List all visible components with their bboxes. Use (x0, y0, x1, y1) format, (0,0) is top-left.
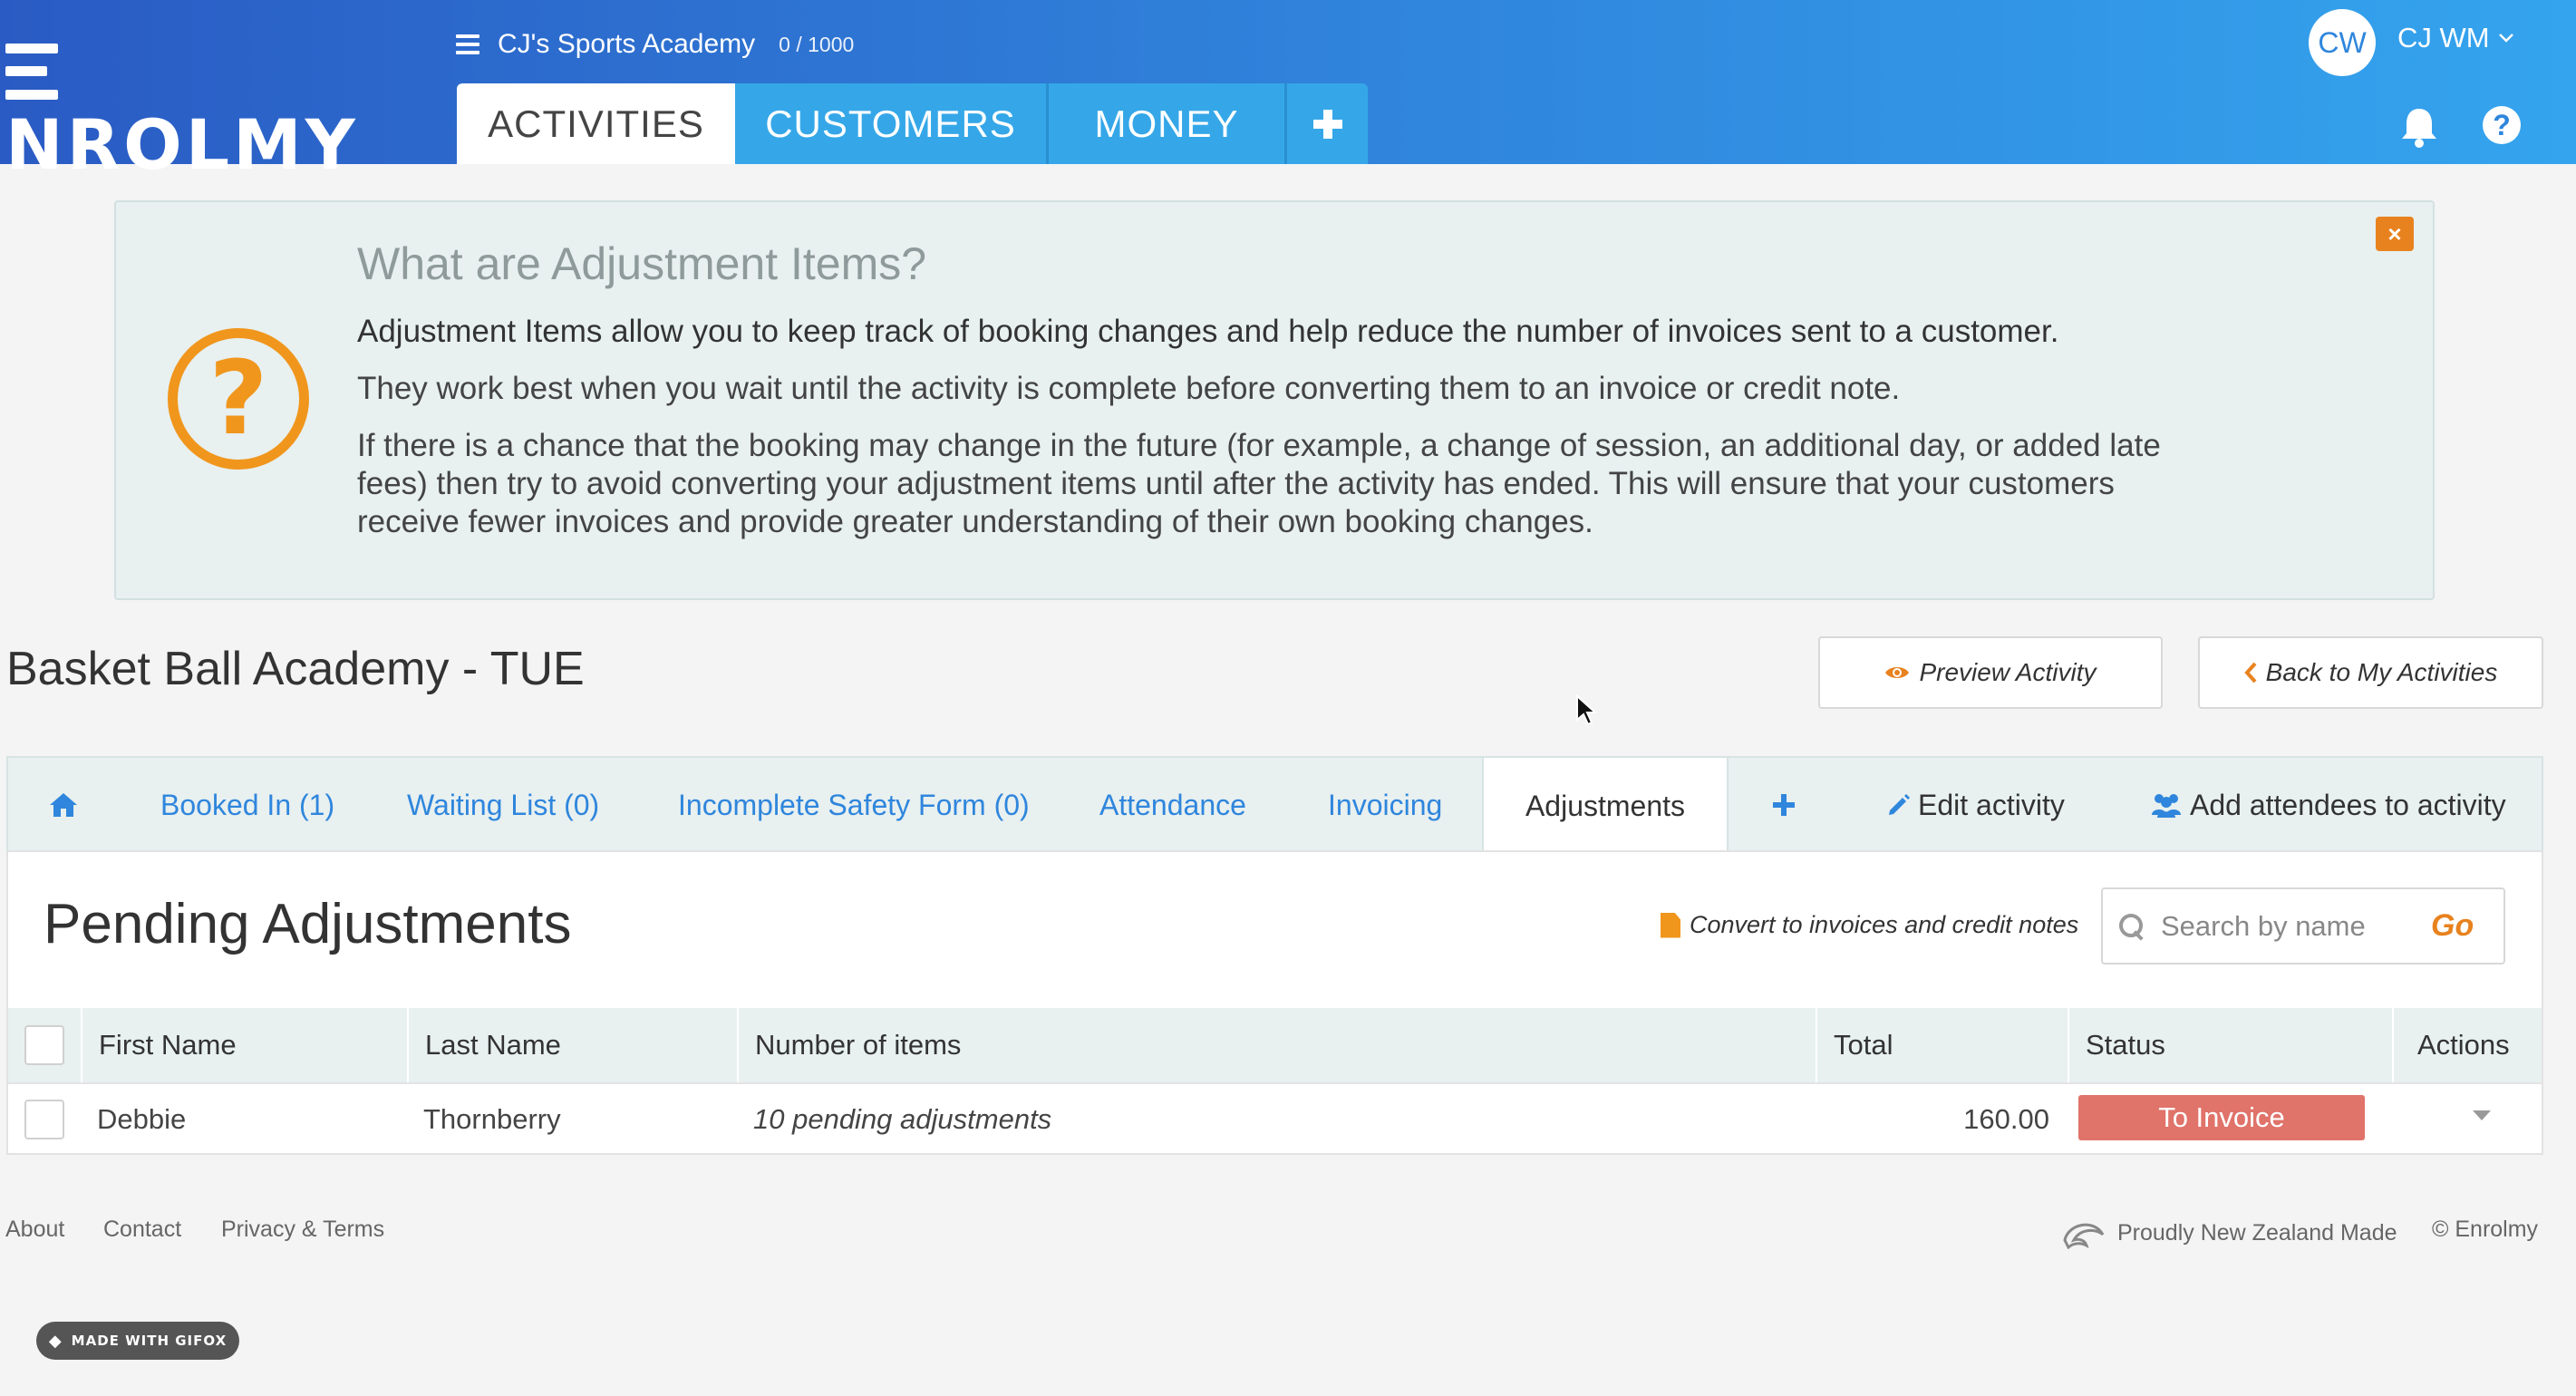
gifox-label: MADE WITH GIFOX (71, 1333, 228, 1349)
org-count: 0 / 1000 (779, 32, 855, 56)
logo-text: NROLMY (5, 104, 359, 185)
eye-icon (1885, 667, 1910, 678)
help-icon[interactable]: ? (2483, 106, 2521, 144)
preview-activity-button[interactable]: Preview Activity (1818, 636, 2163, 709)
user-name: CJ WM (2397, 22, 2490, 53)
bell-icon[interactable] (2398, 105, 2440, 149)
close-icon[interactable]: × (2376, 217, 2414, 251)
convert-to-invoices-link[interactable]: Convert to invoices and credit notes (1661, 911, 2078, 939)
avatar[interactable]: CW (2309, 9, 2376, 76)
gifox-badge: ◆ MADE WITH GIFOX (36, 1322, 239, 1360)
tab-customers[interactable]: CUSTOMERS (735, 83, 1049, 164)
tab-activities[interactable]: ACTIVITIES (457, 83, 735, 164)
footer-about-link[interactable]: About (5, 1217, 64, 1243)
hamburger-icon[interactable] (456, 34, 479, 54)
edit-activity-button[interactable]: Edit activity (1887, 758, 2065, 852)
tab-money[interactable]: MONEY (1049, 83, 1287, 164)
last-name-cell: Thornberry (423, 1103, 561, 1135)
back-to-activities-button[interactable]: Back to My Activities (2198, 636, 2543, 709)
back-to-activities-label: Back to My Activities (2265, 658, 2498, 686)
question-circle-icon: ? (168, 328, 309, 470)
tab-invoicing[interactable]: Invoicing (1328, 758, 1442, 852)
convert-label: Convert to invoices and credit notes (1690, 911, 2079, 938)
select-all-cell (8, 1008, 81, 1082)
chevron-down-icon (2498, 34, 2513, 43)
footer-contact-link[interactable]: Contact (103, 1217, 181, 1243)
info-paragraph: They work best when you wait until the a… (357, 371, 1901, 406)
column-header-status[interactable]: Status (2068, 1008, 2392, 1082)
items-cell: 10 pending adjustments (753, 1103, 1052, 1135)
edit-activity-label: Edit activity (1918, 788, 2065, 821)
column-header-actions: Actions (2392, 1008, 2542, 1082)
column-header-total[interactable]: Total (1816, 1008, 2068, 1082)
tab-booked-in[interactable]: Booked In (1) (160, 758, 334, 852)
select-all-checkbox[interactable] (24, 1025, 64, 1065)
org-switcher[interactable]: CJ's Sports Academy 0 / 1000 (456, 24, 854, 65)
tab-home[interactable] (48, 758, 79, 852)
chevron-left-icon (2243, 662, 2257, 683)
tab-waiting-list[interactable]: Waiting List (0) (407, 758, 599, 852)
user-menu[interactable]: CJ WM (2397, 22, 2513, 54)
info-title: What are Adjustment Items? (357, 238, 927, 289)
plus-icon (1312, 109, 1342, 139)
pencil-icon (1889, 794, 1910, 815)
first-name-cell: Debbie (97, 1103, 187, 1135)
status-badge: To Invoice (2078, 1095, 2365, 1140)
add-tab-button[interactable] (1287, 83, 1368, 164)
search-box: Go (2101, 887, 2505, 965)
column-header-last-name[interactable]: Last Name (407, 1008, 737, 1082)
tab-adjustments[interactable]: Adjustments (1482, 758, 1729, 854)
nz-made: Proudly New Zealand Made (2061, 1217, 2397, 1249)
file-icon (1661, 912, 1680, 938)
page: NROLMY CJ's Sports Academy 0 / 1000 ACTI… (0, 0, 2576, 1396)
fern-icon (2063, 1223, 2105, 1249)
main-tabs: ACTIVITIES CUSTOMERS MONEY (457, 83, 1368, 164)
section-title: Pending Adjustments (44, 893, 572, 955)
plus-icon (1773, 794, 1795, 816)
total-cell: 160.00 (1963, 1103, 2049, 1135)
add-attendees-button[interactable]: Add attendees to activity (2150, 758, 2506, 852)
tab-incomplete-safety-form[interactable]: Incomplete Safety Form (0) (678, 758, 1030, 852)
copyright: © Enrolmy (2432, 1217, 2539, 1242)
go-button[interactable]: Go (2431, 908, 2474, 944)
org-name[interactable]: CJ's Sports Academy (498, 29, 755, 60)
preview-activity-label: Preview Activity (1919, 658, 2097, 686)
activity-sub-tabs: Booked In (1) Waiting List (0) Incomplet… (6, 756, 2543, 854)
users-icon (2152, 794, 2181, 818)
footer-privacy-link[interactable]: Privacy & Terms (221, 1217, 384, 1243)
row-checkbox-cell (24, 1084, 64, 1155)
info-paragraph: If there is a chance that the booking ma… (357, 428, 2161, 539)
fox-icon: ◆ (48, 1331, 63, 1351)
tab-add-button[interactable] (1772, 758, 1796, 852)
nz-made-label: Proudly New Zealand Made (2117, 1219, 2397, 1246)
table-header: First Name Last Name Number of items Tot… (8, 1008, 2542, 1082)
search-input[interactable] (2161, 909, 2424, 943)
page-title: Basket Ball Academy - TUE (6, 643, 585, 695)
column-header-first-name[interactable]: First Name (81, 1008, 407, 1082)
enrolmy-logo[interactable]: NROLMY (5, 36, 377, 181)
add-attendees-label: Add attendees to activity (2190, 788, 2506, 821)
logo-e-mark (5, 44, 58, 100)
search-icon (2119, 913, 2145, 939)
top-header: NROLMY CJ's Sports Academy 0 / 1000 ACTI… (0, 0, 2576, 181)
tab-attendance[interactable]: Attendance (1099, 758, 1246, 852)
mouse-cursor-icon (1576, 694, 1597, 726)
column-header-number-of-items[interactable]: Number of items (737, 1008, 1816, 1082)
row-checkbox[interactable] (24, 1100, 64, 1139)
info-lead: Adjustment Items allow you to keep track… (357, 314, 2059, 349)
home-icon (50, 793, 77, 817)
chevron-down-icon[interactable] (2471, 1104, 2493, 1126)
